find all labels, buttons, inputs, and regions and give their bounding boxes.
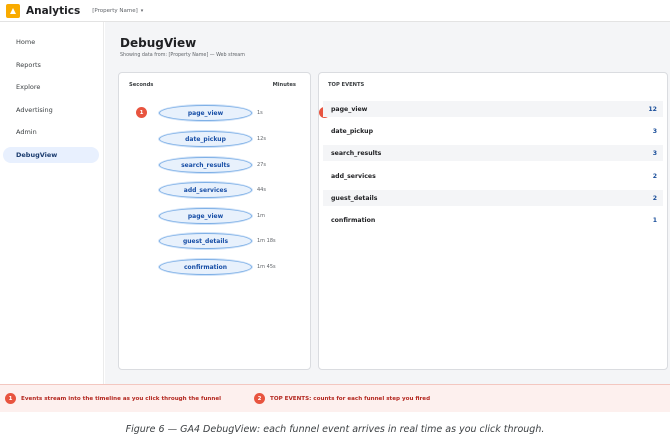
chevron-down-icon: ▾	[140, 7, 144, 14]
sidebar-item-admin[interactable]: Admin	[3, 124, 99, 140]
seconds-column-header: Seconds	[129, 82, 154, 88]
top-event-row[interactable]: date_pickup 3	[323, 123, 663, 139]
event-count: 2	[652, 194, 657, 202]
event-count: 3	[652, 127, 657, 135]
main-content: DebugView Showing data from: [Property N…	[105, 22, 670, 384]
top-event-row[interactable]: add_services 2	[323, 168, 663, 184]
sidebar-item-advertising[interactable]: Advertising	[3, 102, 99, 118]
page-subtitle: Showing data from: [Property Name] — Web…	[120, 53, 245, 58]
event-count: 1	[652, 216, 657, 224]
event-count: 2	[652, 172, 657, 180]
callout-2: 2 TOP EVENTS: counts for each funnel ste…	[254, 393, 430, 404]
top-event-row[interactable]: guest_details 2	[323, 190, 663, 206]
timeline-event[interactable]: search_results	[159, 157, 252, 173]
event-name: page_view	[331, 105, 368, 113]
top-event-row[interactable]: search_results 3	[323, 145, 663, 161]
top-event-row[interactable]: confirmation 1	[323, 212, 663, 228]
callout-badge-1: 1	[136, 107, 147, 118]
timeline-event[interactable]: add_services	[159, 182, 252, 198]
property-name: [Property Name]	[92, 7, 138, 14]
callout-legend: 1 Events stream into the timeline as you…	[0, 384, 670, 412]
event-count: 3	[652, 149, 657, 157]
sidebar-item-explore[interactable]: Explore	[3, 79, 99, 95]
timeline-event[interactable]: date_pickup	[159, 131, 252, 147]
sidebar-item-debugview[interactable]: DebugView	[3, 146, 99, 163]
figure-caption: Figure 6 — GA4 DebugView: each funnel ev…	[125, 424, 545, 435]
page-title: DebugView	[120, 36, 197, 50]
event-count: 12	[648, 105, 657, 113]
timeline-card: Seconds Minutes 1 page_view 1s date_pick…	[118, 72, 311, 370]
event-name: date_pickup	[331, 127, 374, 135]
top-bar: Analytics [Property Name] ▾	[0, 0, 670, 22]
top-event-row[interactable]: page_view 12	[323, 101, 663, 117]
event-timestamp: 1s	[257, 110, 263, 116]
event-name: confirmation	[331, 216, 376, 224]
event-timestamp: 12s	[257, 136, 266, 142]
property-selector[interactable]: [Property Name] ▾	[92, 8, 143, 14]
event-name: add_services	[331, 172, 376, 180]
event-timestamp: 1m 18s	[257, 238, 276, 244]
callout-text: TOP EVENTS: counts for each funnel step …	[270, 395, 431, 402]
timeline-event[interactable]: confirmation	[159, 259, 252, 275]
top-events-header: TOP EVENTS	[328, 82, 365, 88]
timeline-event[interactable]: guest_details	[159, 233, 252, 249]
callout-1: 1 Events stream into the timeline as you…	[5, 393, 221, 404]
callout-badge-2: 2	[254, 393, 265, 404]
callout-text: Events stream into the timeline as you c…	[21, 395, 222, 402]
event-timestamp: 1m	[257, 213, 266, 219]
event-timestamp: 44s	[257, 187, 266, 193]
event-name: search_results	[331, 149, 382, 157]
sidebar-item-home[interactable]: Home	[3, 34, 99, 50]
top-events-card: TOP EVENTS 2 page_view 12 date_pickup 3 …	[318, 72, 668, 370]
event-name: guest_details	[331, 194, 378, 202]
analytics-logo-icon	[6, 3, 20, 18]
event-timestamp: 27s	[257, 162, 266, 168]
sidebar-item-reports[interactable]: Reports	[3, 57, 99, 73]
app-title: Analytics	[26, 4, 81, 17]
minutes-column-header: Minutes	[272, 82, 296, 88]
event-timestamp: 1m 45s	[257, 264, 276, 270]
timeline-event[interactable]: page_view	[159, 105, 252, 121]
callout-badge-1: 1	[5, 393, 16, 404]
sidebar: Home Reports Explore Advertising Admin D…	[0, 22, 104, 384]
timeline-event[interactable]: page_view	[159, 208, 252, 224]
